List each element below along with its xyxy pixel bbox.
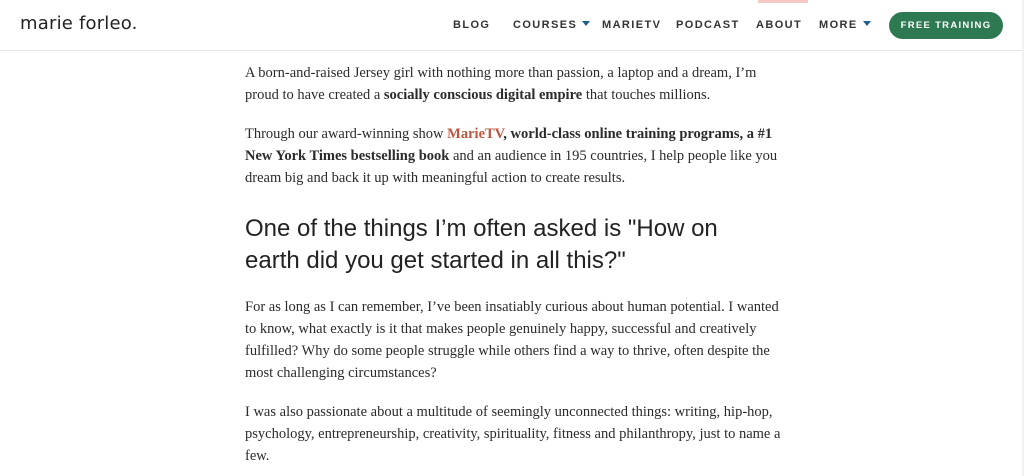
nav-more[interactable]: MORE [819, 19, 871, 31]
nav-courses[interactable]: COURSES [513, 19, 591, 31]
intro-paragraph: A born-and-raised Jersey girl with nothi… [245, 62, 790, 106]
section-heading: One of the things I’m often asked is "Ho… [245, 215, 718, 274]
intro-text-end: that touches millions. [582, 87, 711, 103]
marietv-link[interactable]: MarieTV [447, 126, 503, 142]
nav-courses-label: COURSES [513, 19, 578, 31]
intro-emphasis: socially conscious digital empire [383, 87, 583, 103]
nav-more-label: MORE [819, 19, 858, 31]
free-training-button[interactable]: FREE TRAINING [889, 12, 1003, 39]
about-text-start: Through our award-winning show [245, 126, 448, 142]
passions-paragraph: I was also passionate about a multitude … [245, 404, 781, 464]
chevron-down-icon [582, 21, 591, 26]
about-paragraph: Through our award-winning show MarieTV, … [245, 123, 790, 189]
nav-podcast[interactable]: PODCAST [676, 19, 740, 31]
chevron-down-icon [862, 21, 871, 26]
nav-blog[interactable]: BLOG [453, 19, 490, 31]
site-header: marie forleo. BLOG COURSES MARIETV PODCA… [0, 0, 1022, 51]
about-comma: , [503, 126, 511, 142]
main-nav: BLOG COURSES MARIETV PODCAST ABOUT MORE [0, 0, 1022, 50]
nav-about[interactable]: ABOUT [756, 19, 802, 31]
nav-marietv[interactable]: MARIETV [602, 19, 661, 31]
curiosity-paragraph: For as long as I can remember, I’ve been… [245, 299, 779, 381]
article-body: A born-and-raised Jersey girl with nothi… [245, 62, 790, 467]
